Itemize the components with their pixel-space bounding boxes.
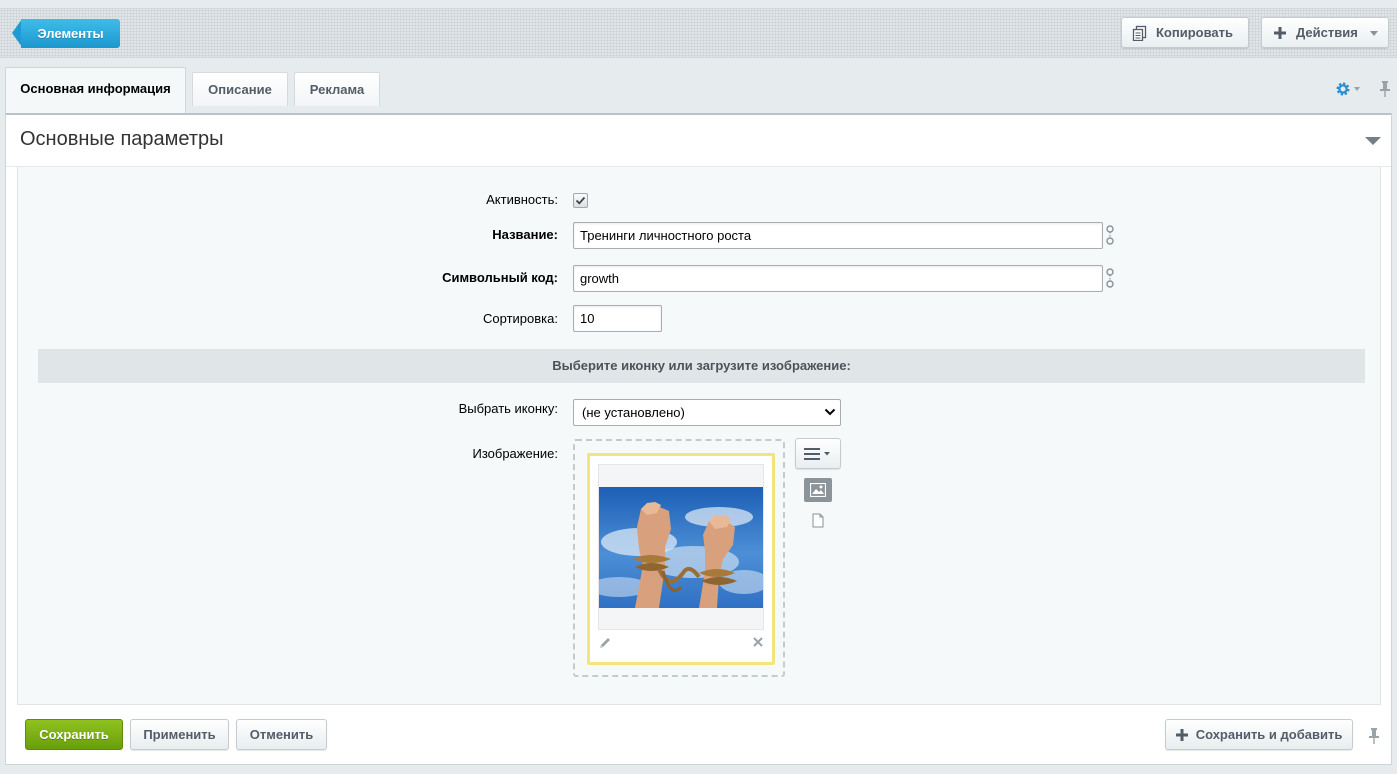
save-and-add-label: Сохранить и добавить bbox=[1195, 727, 1343, 742]
icon-select-value: (не установлено) bbox=[582, 405, 685, 420]
link-icon[interactable] bbox=[1104, 267, 1116, 289]
image-drop-zone[interactable] bbox=[573, 439, 785, 677]
icon-select[interactable]: (не установлено) bbox=[573, 399, 841, 426]
chevron-down-icon bbox=[824, 408, 836, 416]
collapse-icon[interactable] bbox=[1365, 137, 1381, 145]
uploaded-image[interactable] bbox=[599, 487, 763, 608]
main-panel: Основные параметры Активность: Название:… bbox=[5, 113, 1392, 765]
form-footer: Сохранить Применить Отменить Сохранить и… bbox=[6, 705, 1391, 765]
link-icon[interactable] bbox=[1104, 224, 1116, 246]
tab-settings-button[interactable] bbox=[1335, 80, 1365, 98]
image-subheading: Выберите иконку или загрузите изображени… bbox=[38, 349, 1365, 383]
copy-icon bbox=[1132, 25, 1147, 41]
gear-icon bbox=[1336, 82, 1350, 96]
checkmark-icon bbox=[575, 196, 586, 205]
copy-button-label: Копировать bbox=[1156, 25, 1234, 40]
actions-button[interactable]: Действия bbox=[1261, 17, 1389, 48]
chevron-down-icon bbox=[1354, 87, 1360, 91]
active-label: Активность: bbox=[486, 192, 558, 207]
top-toolbar: Элементы Копировать Действия bbox=[0, 8, 1397, 58]
image-preview-card bbox=[587, 453, 775, 665]
plus-icon bbox=[1274, 27, 1286, 39]
file-icon[interactable] bbox=[812, 513, 824, 528]
copy-button[interactable]: Копировать bbox=[1121, 17, 1249, 48]
pin-icon[interactable] bbox=[1379, 80, 1391, 98]
code-field[interactable]: growth bbox=[573, 265, 1103, 292]
menu-icon bbox=[804, 448, 830, 460]
sort-field[interactable]: 10 bbox=[573, 305, 662, 332]
tab-description[interactable]: Описание bbox=[192, 72, 288, 106]
cancel-button[interactable]: Отменить bbox=[236, 719, 327, 750]
section-header[interactable]: Основные параметры bbox=[6, 115, 1391, 167]
pencil-icon[interactable] bbox=[598, 636, 612, 650]
sort-label: Сортировка: bbox=[483, 311, 558, 326]
actions-button-label: Действия bbox=[1296, 25, 1358, 40]
image-label: Изображение: bbox=[472, 446, 558, 461]
image-type-button[interactable] bbox=[804, 478, 832, 502]
apply-button[interactable]: Применить bbox=[130, 719, 229, 750]
image-menu-button[interactable] bbox=[795, 438, 841, 469]
plus-icon bbox=[1176, 729, 1188, 741]
icon-select-label: Выбрать иконку: bbox=[458, 401, 558, 416]
save-and-add-button[interactable]: Сохранить и добавить bbox=[1165, 719, 1353, 750]
back-button-label: Элементы bbox=[21, 19, 120, 48]
form-area: Активность: Название: Тренинги личностно… bbox=[17, 167, 1381, 705]
back-to-elements-button[interactable]: Элементы bbox=[12, 19, 120, 48]
tab-main-info[interactable]: Основная информация bbox=[5, 67, 186, 114]
name-field[interactable]: Тренинги личностного роста bbox=[573, 222, 1103, 249]
save-button[interactable]: Сохранить bbox=[25, 719, 123, 750]
image-frame bbox=[598, 464, 764, 630]
tab-advertising[interactable]: Реклама bbox=[294, 72, 380, 106]
image-icon bbox=[810, 483, 826, 497]
section-title: Основные параметры bbox=[20, 128, 224, 150]
active-checkbox[interactable] bbox=[573, 193, 588, 208]
code-label: Символьный код: bbox=[442, 270, 558, 285]
name-label: Название: bbox=[492, 227, 558, 242]
chevron-down-icon bbox=[1370, 31, 1378, 36]
pin-icon[interactable] bbox=[1368, 727, 1380, 745]
close-icon[interactable] bbox=[752, 636, 764, 648]
tab-bar: Основная информация Описание Реклама bbox=[0, 66, 1397, 114]
